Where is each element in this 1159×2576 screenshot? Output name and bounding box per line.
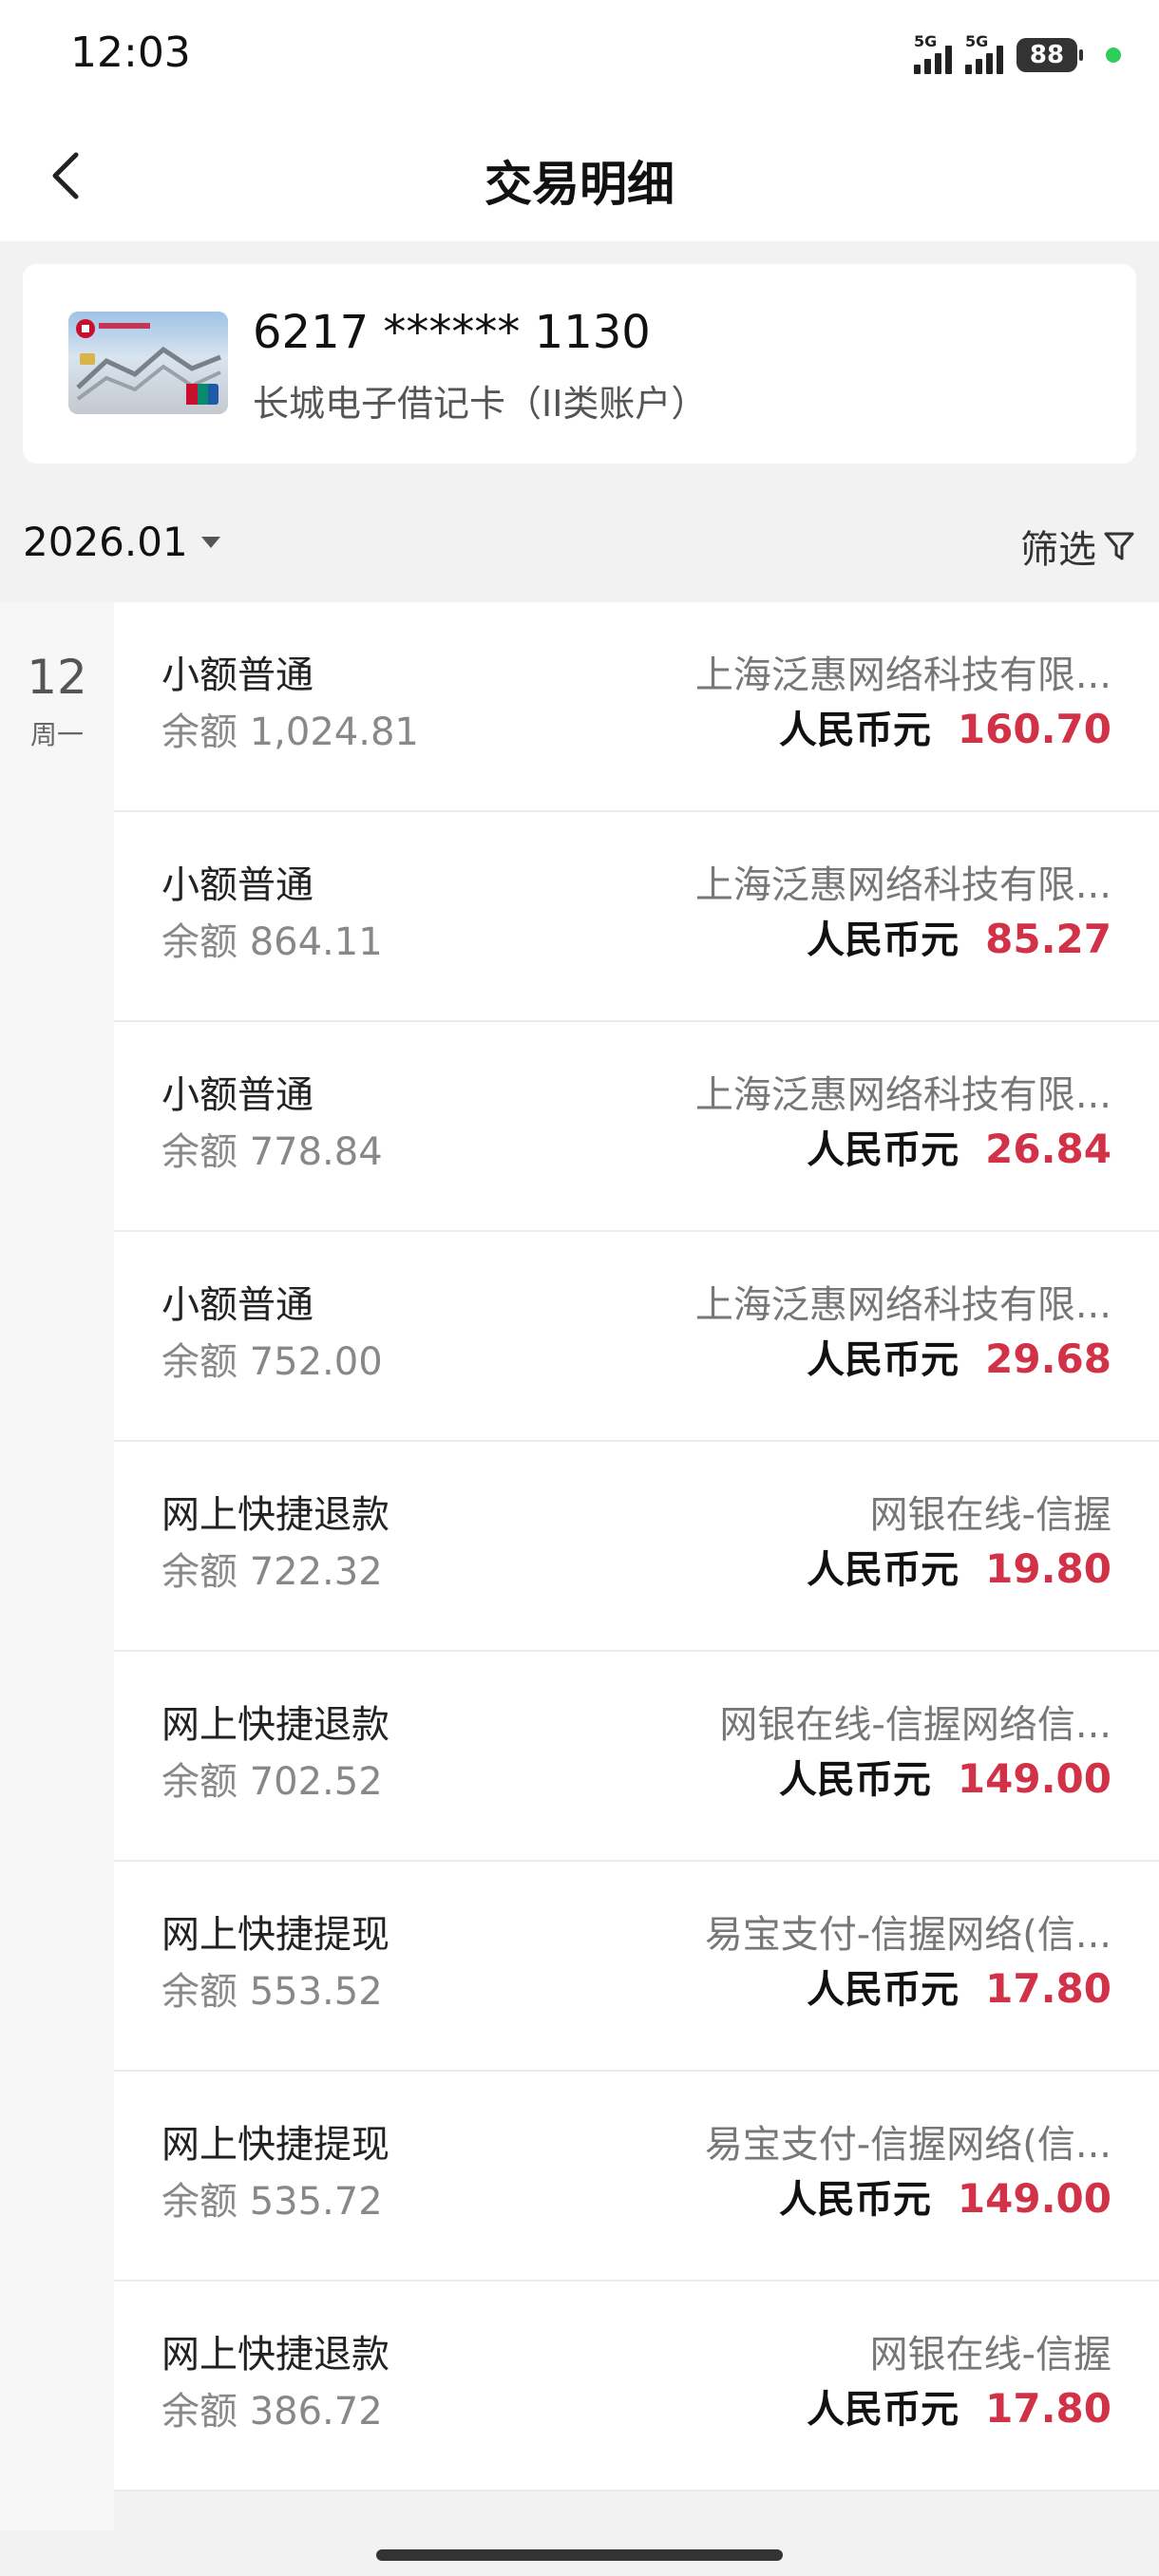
amount-line: 人民币元 149.00 bbox=[779, 2169, 1112, 2224]
date-group-column: 12 周一 bbox=[0, 602, 114, 2530]
balance-text: 余额 752.00 bbox=[162, 1340, 383, 1384]
funnel-icon bbox=[1104, 532, 1134, 560]
balance-text: 余额 722.32 bbox=[162, 1550, 383, 1594]
currency-label: 人民币元 bbox=[778, 1758, 931, 1802]
card-number: 6217 ****** 1130 bbox=[253, 306, 651, 359]
amount-line: 人民币元 29.68 bbox=[807, 1329, 1112, 1384]
transaction-type: 网上快捷提现 bbox=[162, 2123, 390, 2167]
month-filter-row: 2026.01 筛选 bbox=[0, 484, 1159, 598]
merchant-name: 上海泛惠网络科技有限... bbox=[694, 863, 1112, 907]
currency-label: 人民币元 bbox=[778, 709, 931, 752]
transaction-row[interactable]: 网上快捷退款 余额 722.32 网银在线-信握 人民币元 19.80 bbox=[114, 1442, 1159, 1652]
amount-line: 人民币元 160.70 bbox=[779, 699, 1112, 754]
transaction-type: 网上快捷退款 bbox=[162, 1703, 390, 1747]
month-value: 2026.01 bbox=[23, 519, 188, 565]
transaction-row[interactable]: 网上快捷提现 余额 535.72 易宝支付-信握网络(信... 人民币元 149… bbox=[114, 2072, 1159, 2282]
transaction-type: 小额普通 bbox=[162, 1283, 314, 1327]
weekday-label: 周一 bbox=[29, 719, 84, 750]
balance-text: 余额 386.72 bbox=[162, 2390, 383, 2434]
transaction-amount: 17.80 bbox=[985, 1965, 1112, 2012]
transaction-row[interactable]: 小额普通 余额 864.11 上海泛惠网络科技有限... 人民币元 85.27 bbox=[114, 812, 1159, 1022]
transaction-list: 小额普通 余额 1,024.81 上海泛惠网络科技有限... 人民币元 160.… bbox=[114, 602, 1159, 2491]
currency-label: 人民币元 bbox=[807, 2388, 960, 2432]
transaction-row[interactable]: 小额普通 余额 752.00 上海泛惠网络科技有限... 人民币元 29.68 bbox=[114, 1232, 1159, 1442]
bank-card-image bbox=[68, 312, 228, 414]
filter-button[interactable]: 筛选 bbox=[1020, 519, 1136, 574]
transaction-amount: 29.68 bbox=[985, 1335, 1112, 1382]
transaction-type: 小额普通 bbox=[162, 653, 314, 697]
amount-line: 人民币元 17.80 bbox=[807, 2378, 1112, 2434]
month-selector[interactable]: 2026.01 bbox=[23, 519, 220, 565]
transaction-amount: 85.27 bbox=[985, 916, 1112, 962]
merchant-name: 网银在线-信握网络信... bbox=[719, 1703, 1112, 1747]
balance-text: 余额 702.52 bbox=[162, 1760, 383, 1804]
transaction-amount: 26.84 bbox=[985, 1126, 1112, 1172]
account-card[interactable]: 6217 ****** 1130 长城电子借记卡（II类账户） bbox=[23, 264, 1136, 464]
transaction-amount: 160.70 bbox=[957, 706, 1112, 752]
status-bar: 12:03 5G 5G 88 bbox=[0, 0, 1159, 114]
app-header: 交易明细 bbox=[0, 114, 1159, 241]
balance-text: 余额 1,024.81 bbox=[162, 710, 419, 754]
transaction-amount: 149.00 bbox=[957, 1755, 1112, 1802]
transaction-row[interactable]: 网上快捷退款 余额 386.72 网银在线-信握 人民币元 17.80 bbox=[114, 2282, 1159, 2491]
signal-icon: 5G bbox=[965, 32, 1003, 74]
privacy-indicator-dot bbox=[1106, 47, 1121, 63]
merchant-name: 网银在线-信握 bbox=[869, 1493, 1112, 1537]
signal-icon: 5G bbox=[914, 32, 952, 74]
amount-line: 人民币元 19.80 bbox=[807, 1539, 1112, 1594]
transaction-type: 网上快捷退款 bbox=[162, 1493, 390, 1537]
amount-line: 人民币元 149.00 bbox=[779, 1749, 1112, 1804]
card-type-name: 长城电子借记卡（II类账户） bbox=[253, 383, 708, 425]
currency-label: 人民币元 bbox=[807, 919, 960, 962]
home-indicator[interactable] bbox=[376, 2549, 783, 2561]
status-icons: 5G 5G 88 bbox=[914, 32, 1121, 76]
transaction-row[interactable]: 网上快捷提现 余额 553.52 易宝支付-信握网络(信... 人民币元 17.… bbox=[114, 1862, 1159, 2072]
merchant-name: 易宝支付-信握网络(信... bbox=[704, 1913, 1112, 1957]
merchant-name: 上海泛惠网络科技有限... bbox=[694, 1073, 1112, 1117]
merchant-name: 网银在线-信握 bbox=[869, 2333, 1112, 2377]
status-time: 12:03 bbox=[70, 28, 191, 77]
transaction-amount: 149.00 bbox=[957, 2175, 1112, 2222]
currency-label: 人民币元 bbox=[778, 2178, 931, 2222]
transaction-type: 小额普通 bbox=[162, 1073, 314, 1117]
currency-label: 人民币元 bbox=[807, 1968, 960, 2012]
page-title: 交易明细 bbox=[484, 157, 674, 212]
network-type-label: 5G bbox=[914, 32, 938, 50]
merchant-name: 易宝支付-信握网络(信... bbox=[704, 2123, 1112, 2167]
transaction-amount: 17.80 bbox=[985, 2385, 1112, 2432]
battery-level: 88 bbox=[1029, 41, 1065, 69]
amount-line: 人民币元 26.84 bbox=[807, 1119, 1112, 1174]
merchant-name: 上海泛惠网络科技有限... bbox=[694, 653, 1112, 697]
amount-line: 人民币元 17.80 bbox=[807, 1959, 1112, 2014]
filter-label: 筛选 bbox=[1020, 528, 1096, 572]
balance-text: 余额 864.11 bbox=[162, 920, 383, 964]
amount-line: 人民币元 85.27 bbox=[807, 909, 1112, 964]
network-type-label: 5G bbox=[965, 32, 989, 50]
currency-label: 人民币元 bbox=[807, 1548, 960, 1592]
currency-label: 人民币元 bbox=[807, 1128, 960, 1172]
transaction-amount: 19.80 bbox=[985, 1545, 1112, 1592]
merchant-name: 上海泛惠网络科技有限... bbox=[694, 1283, 1112, 1327]
balance-text: 余额 535.72 bbox=[162, 2180, 383, 2224]
transaction-type: 小额普通 bbox=[162, 863, 314, 907]
transaction-type: 网上快捷提现 bbox=[162, 1913, 390, 1957]
transaction-type: 网上快捷退款 bbox=[162, 2333, 390, 2377]
battery-icon: 88 bbox=[1016, 38, 1083, 72]
caret-down-icon bbox=[200, 536, 220, 548]
transaction-row[interactable]: 小额普通 余额 1,024.81 上海泛惠网络科技有限... 人民币元 160.… bbox=[114, 602, 1159, 812]
transaction-row[interactable]: 小额普通 余额 778.84 上海泛惠网络科技有限... 人民币元 26.84 bbox=[114, 1022, 1159, 1232]
currency-label: 人民币元 bbox=[807, 1338, 960, 1382]
day-number: 12 bbox=[27, 650, 87, 705]
transaction-row[interactable]: 网上快捷退款 余额 702.52 网银在线-信握网络信... 人民币元 149.… bbox=[114, 1652, 1159, 1862]
balance-text: 余额 778.84 bbox=[162, 1130, 383, 1174]
balance-text: 余额 553.52 bbox=[162, 1970, 383, 2014]
